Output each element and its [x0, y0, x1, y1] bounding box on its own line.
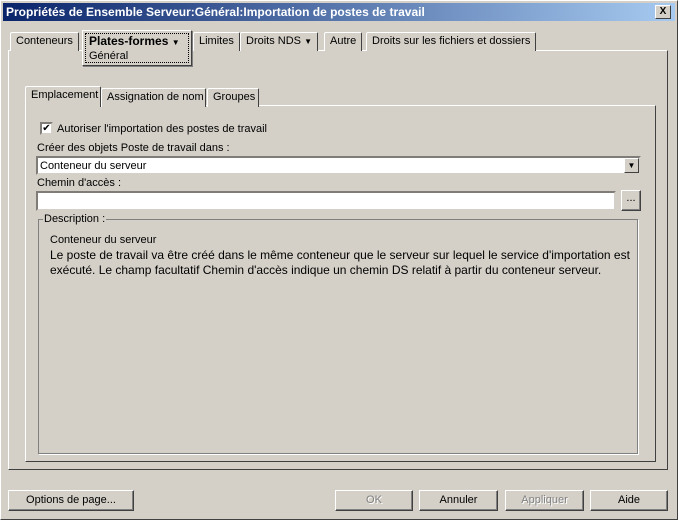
chevron-down-icon[interactable]: ▼ [624, 158, 639, 173]
subtab-groupes[interactable]: Groupes [207, 88, 259, 107]
tab-label: Groupes [213, 91, 256, 103]
description-title: Description : [43, 213, 107, 225]
subtab-emplacement[interactable]: Emplacement [25, 86, 101, 107]
window-title: Propriétés de Ensemble Serveur:Général:I… [6, 5, 425, 19]
path-input[interactable] [36, 191, 616, 211]
close-button[interactable]: X [655, 5, 671, 19]
tab-label: Plates-formes [89, 34, 169, 48]
create-label: Créer des objets Poste de travail dans : [37, 142, 230, 154]
help-button[interactable]: Aide [590, 490, 668, 511]
tab-label: Autre [330, 35, 357, 47]
import-checkbox-label: Autoriser l'importation des postes de tr… [57, 123, 267, 135]
apply-button[interactable]: Appliquer [505, 490, 584, 511]
page-options-button[interactable]: Options de page... [8, 490, 134, 511]
tab-plates-formes[interactable]: Plates-formes ▼ Général [82, 30, 192, 66]
tab-label: Conteneurs [16, 35, 73, 47]
dropdown-arrow-icon: ▼ [304, 37, 312, 46]
ok-button[interactable]: OK [335, 490, 413, 511]
tab-label: Assignation de nom [107, 91, 204, 103]
tab-label: Limites [199, 35, 234, 47]
cancel-button[interactable]: Annuler [419, 490, 498, 511]
import-checkbox[interactable]: ✔ [40, 122, 53, 135]
tab-autre[interactable]: Autre [324, 32, 363, 51]
description-text: Le poste de travail va être créé dans le… [50, 248, 630, 277]
tab-conteneurs[interactable]: Conteneurs [10, 32, 79, 51]
create-combo-value: Conteneur du serveur [40, 160, 147, 172]
tab-label: Droits NDS [246, 35, 302, 47]
checkmark-icon: ✔ [42, 123, 51, 134]
tab-label: Emplacement [31, 89, 99, 101]
tab-droits-fichiers[interactable]: Droits sur les fichiers et dossiers [366, 32, 537, 51]
tab-droits-nds[interactable]: Droits NDS ▼ [240, 32, 318, 51]
tab-label: Droits sur les fichiers et dossiers [372, 35, 531, 47]
dropdown-arrow-icon: ▼ [171, 38, 180, 47]
browse-button[interactable]: ... [621, 190, 641, 211]
subtab-general[interactable]: Général [89, 50, 128, 62]
tab-limites[interactable]: Limites [193, 32, 240, 51]
subtab-assignation[interactable]: Assignation de nom [101, 88, 206, 107]
description-heading: Conteneur du serveur [50, 234, 157, 246]
create-combo[interactable]: Conteneur du serveur ▼ [36, 156, 641, 175]
title-bar: Propriétés de Ensemble Serveur:Général:I… [3, 3, 675, 21]
path-label: Chemin d'accès : [37, 177, 122, 189]
